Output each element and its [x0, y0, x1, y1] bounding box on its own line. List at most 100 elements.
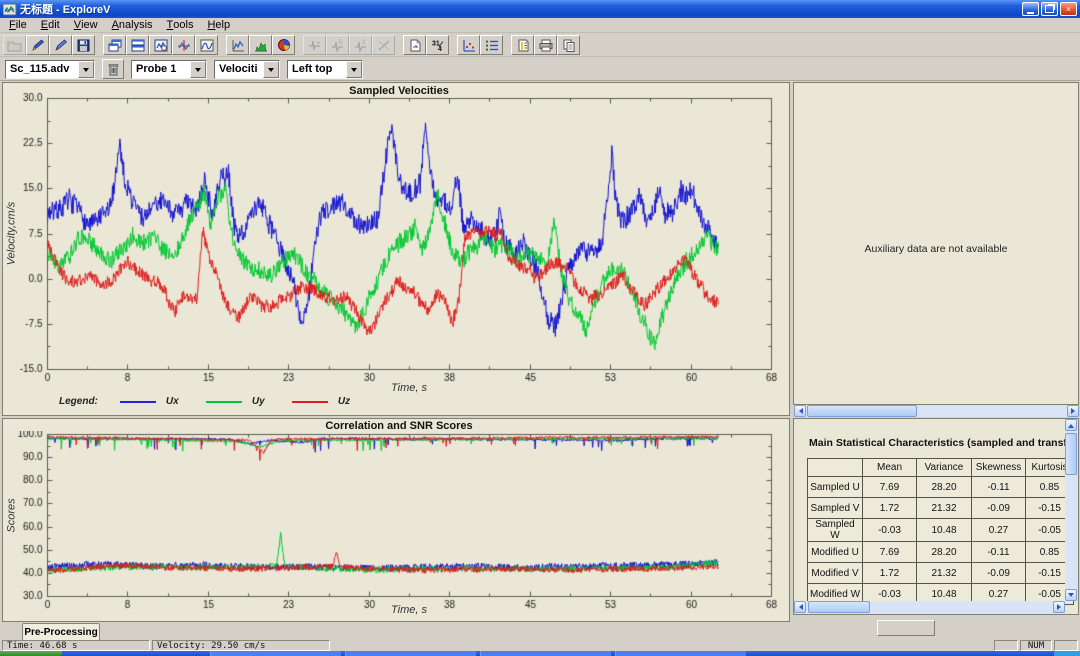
aux-horizontal-scrollbar[interactable]	[794, 405, 1079, 417]
axis-points-icon[interactable]	[457, 35, 480, 55]
legend-line-uz	[292, 401, 328, 403]
status-velocity: Velocity: 29.50 cm/s	[152, 640, 330, 651]
taskbar-button[interactable]	[480, 651, 611, 656]
minimize-button[interactable]	[1022, 2, 1039, 16]
stats-row-label: Sampled U	[808, 477, 863, 498]
open-file-icon	[3, 35, 26, 55]
stats-cell: -0.09	[972, 563, 1026, 584]
menu-analysis[interactable]: Analysis	[105, 18, 160, 32]
stats-cell: 28.20	[917, 542, 972, 563]
velocity-chart-panel: Sampled Velocities Velocity,cm/s Time, s…	[2, 82, 790, 416]
list-report-icon[interactable]	[480, 35, 503, 55]
scroll-up-icon[interactable]	[1065, 419, 1077, 431]
velocity-x-axis-label: Time, s	[23, 382, 795, 394]
transform-page-icon[interactable]	[403, 35, 426, 55]
taskbar-button[interactable]	[615, 651, 746, 656]
status-num-lock: NUM	[1020, 640, 1052, 651]
stats-vertical-scrollbar[interactable]	[1065, 419, 1078, 601]
app-icon	[3, 3, 17, 16]
start-button[interactable]	[0, 651, 62, 656]
trash-icon	[108, 63, 119, 76]
pane-scroll-thumb[interactable]	[877, 620, 935, 636]
delete-file-button[interactable]	[102, 59, 124, 79]
windows-taskbar[interactable]	[0, 651, 1080, 656]
scroll-left-icon[interactable]	[794, 601, 806, 613]
legend-line-ux	[120, 401, 156, 403]
scores-chart-canvas[interactable]	[3, 431, 789, 615]
tab-label: Pre-Processing	[24, 627, 97, 638]
selector-bar: Sc_115.adv Probe 1 Velociti Left top	[0, 58, 1080, 81]
file-select-value: Sc_115.adv	[6, 63, 73, 75]
stats-cell: 7.69	[863, 477, 917, 498]
cursor-chart-icon[interactable]	[172, 35, 195, 55]
menu-edit[interactable]: Edit	[34, 18, 67, 32]
pie-chart-icon[interactable]	[272, 35, 295, 55]
table-row: Sampled W-0.0310.480.27-0.05	[808, 519, 1074, 542]
scroll-left-icon[interactable]	[794, 405, 806, 417]
status-time: Time: 46.68 s	[2, 640, 150, 651]
save-file-icon[interactable]	[72, 35, 95, 55]
chevron-down-icon[interactable]	[190, 61, 206, 78]
stats-cell: 21.32	[917, 498, 972, 519]
scroll-down-icon[interactable]	[1065, 589, 1077, 601]
taskbar-button[interactable]	[345, 651, 476, 656]
system-tray	[1054, 651, 1080, 656]
window-title: 无标题 - ExploreV	[20, 1, 1019, 17]
stats-cell: 1.72	[863, 563, 917, 584]
scroll-right-icon[interactable]	[1067, 405, 1079, 417]
tab-pre-processing[interactable]: Pre-Processing	[22, 623, 100, 640]
histogram-icon[interactable]	[249, 35, 272, 55]
line-plot-icon[interactable]	[226, 35, 249, 55]
chevron-down-icon[interactable]	[263, 61, 279, 78]
auxiliary-data-message: Auxiliary data are not available	[794, 243, 1078, 255]
menu-tools[interactable]: Tools	[160, 18, 201, 32]
legend-label-uz: Uz	[338, 396, 356, 407]
scrollbar-thumb[interactable]	[1065, 433, 1077, 475]
edit-probe-pen-icon[interactable]	[49, 35, 72, 55]
legend-title: Legend:	[59, 396, 98, 407]
scrollbar-thumb[interactable]	[807, 405, 917, 417]
close-button[interactable]: ×	[1060, 2, 1077, 16]
taskbar-button[interactable]	[210, 651, 341, 656]
overlay-chart-icon[interactable]	[195, 35, 218, 55]
zoom-chart-icon[interactable]	[149, 35, 172, 55]
legend-position-select[interactable]: Left top	[287, 60, 363, 79]
stats-header: Variance	[917, 459, 972, 477]
summary-doc-icon[interactable]	[511, 35, 534, 55]
auxiliary-data-panel: Auxiliary data are not available	[793, 82, 1079, 405]
stats-row-label: Sampled V	[808, 498, 863, 519]
menu-view[interactable]: View	[67, 18, 105, 32]
decimal-format-icon[interactable]: 314	[426, 35, 449, 55]
chevron-down-icon[interactable]	[346, 61, 362, 78]
mode-select[interactable]: Velociti	[214, 60, 280, 79]
copy-icon[interactable]	[557, 35, 580, 55]
toolbar: 5 2 314	[0, 34, 1080, 57]
menu-help[interactable]: Help	[200, 18, 237, 32]
stats-row-label: Modified V	[808, 563, 863, 584]
svg-text:2: 2	[362, 40, 366, 46]
file-select[interactable]: Sc_115.adv	[5, 60, 95, 79]
stats-cell: -0.11	[972, 477, 1026, 498]
velocity-y-axis-label: Velocity,cm/s	[6, 179, 19, 289]
velocity-chart-canvas[interactable]	[3, 85, 789, 399]
chevron-down-icon[interactable]	[78, 61, 94, 78]
cascade-windows-icon[interactable]	[103, 35, 126, 55]
probe-select[interactable]: Probe 1	[131, 60, 207, 79]
svg-text:5: 5	[339, 40, 343, 46]
despike-phase-icon: 5	[326, 35, 349, 55]
legend-line-uy	[206, 401, 242, 403]
status-pane-1	[994, 640, 1018, 651]
scrollbar-thumb[interactable]	[808, 601, 870, 613]
stats-cell: 28.20	[917, 477, 972, 498]
status-pane-2	[1054, 640, 1078, 651]
print-icon[interactable]	[534, 35, 557, 55]
edit-config-pen-icon[interactable]	[26, 35, 49, 55]
stats-cell: -0.03	[863, 519, 917, 542]
tile-windows-icon[interactable]	[126, 35, 149, 55]
stats-row-label: Sampled W	[808, 519, 863, 542]
restore-button[interactable]	[1041, 2, 1058, 16]
stats-cell: 0.27	[972, 519, 1026, 542]
stats-horizontal-scrollbar[interactable]	[794, 601, 1065, 614]
scroll-right-icon[interactable]	[1053, 601, 1065, 613]
menu-file[interactable]: File	[2, 18, 34, 32]
